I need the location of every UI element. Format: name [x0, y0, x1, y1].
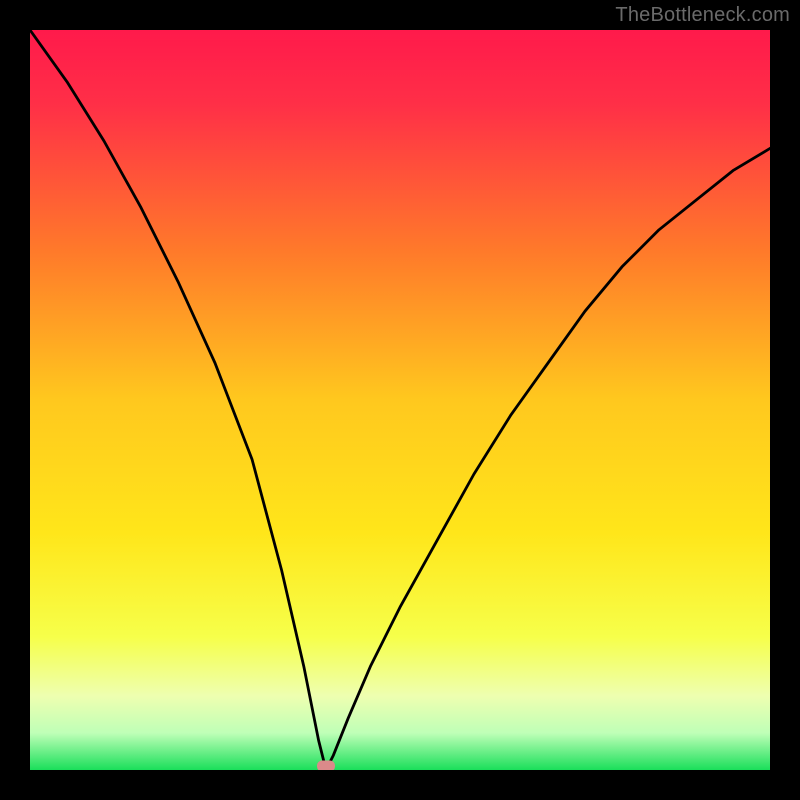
- chart-frame: TheBottleneck.com: [0, 0, 800, 800]
- gradient-background: [30, 30, 770, 770]
- watermark-text: TheBottleneck.com: [615, 4, 790, 27]
- plot-area: [30, 30, 770, 770]
- series-marker: [317, 761, 335, 771]
